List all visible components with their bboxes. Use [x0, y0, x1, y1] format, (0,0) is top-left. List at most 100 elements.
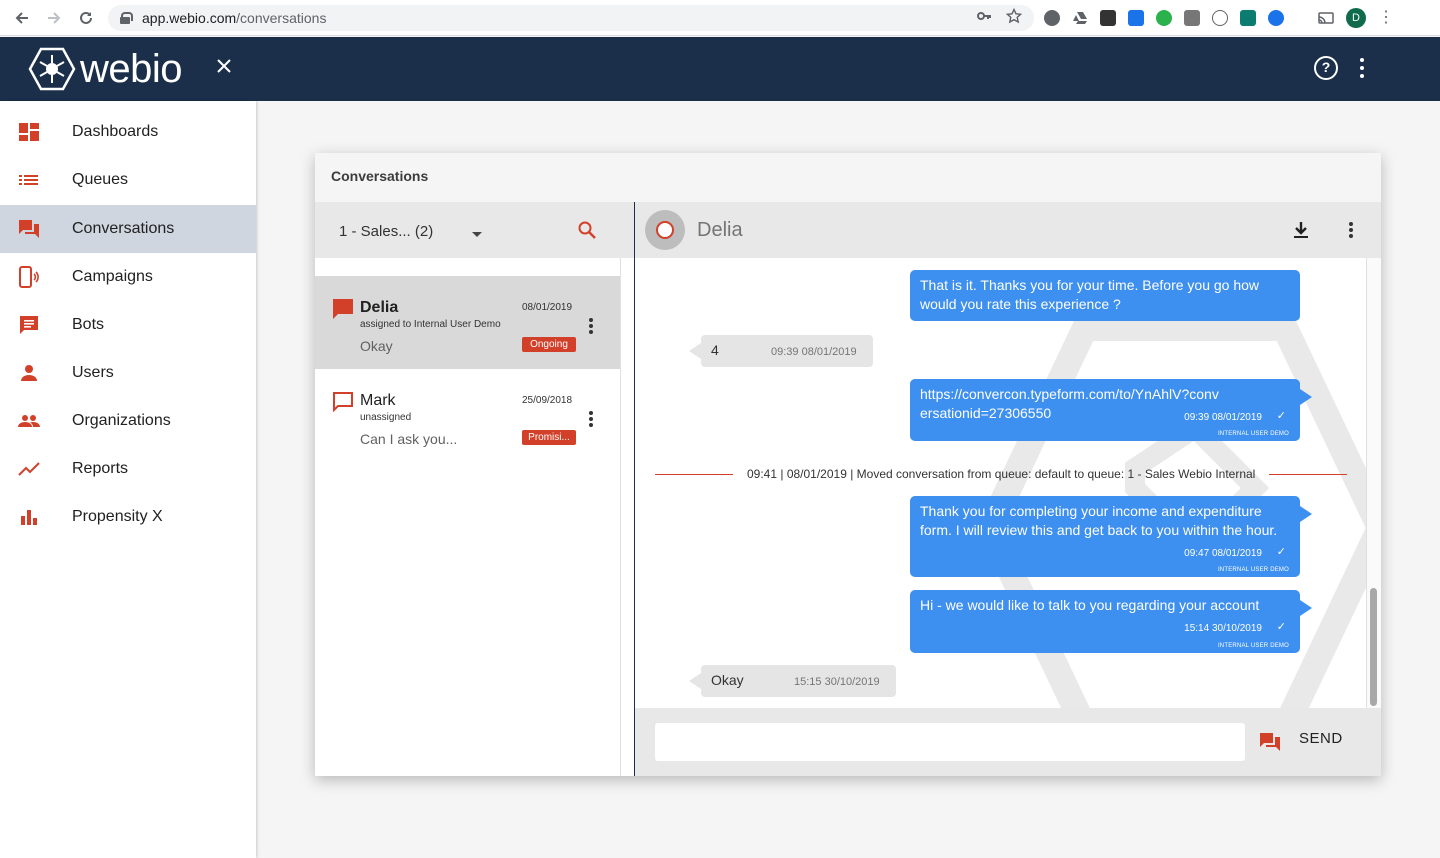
help-icon[interactable]: ? [1314, 56, 1338, 80]
sidebar-item-label: Reports [72, 460, 129, 477]
message-input[interactable] [655, 723, 1245, 761]
sidebar-item-propensity-x[interactable]: Propensity X [0, 493, 256, 541]
reload-icon[interactable] [70, 0, 102, 36]
scrollbar-thumb[interactable] [1370, 588, 1377, 706]
contact-avatar [645, 210, 685, 250]
sidebar-item-label: Organizations [72, 412, 171, 429]
sidebar: Dashboards Queues Conversations Campaign… [0, 101, 256, 858]
message-text-icon [18, 314, 40, 336]
url-host: app.webio.com [142, 10, 237, 26]
status-badge: Ongoing [522, 337, 576, 352]
message-text: Okay [711, 672, 744, 688]
conversation-name: Mark [360, 392, 396, 409]
extension-icon[interactable] [1268, 10, 1284, 26]
search-icon[interactable] [577, 220, 597, 240]
conversation-menu-icon[interactable] [587, 317, 595, 335]
conversations-card: Conversations 1 - Sales... (2) Delia ass… [315, 153, 1381, 776]
message-outgoing: Thank you for completing your income and… [910, 496, 1312, 577]
conversation-date: 08/01/2019 [522, 302, 573, 313]
webio-logo[interactable]: webio [28, 45, 183, 93]
back-icon[interactable] [6, 0, 38, 36]
message-thread: That is it. Thanks you for your time. Be… [635, 258, 1366, 708]
message-outgoing: https://convercon.typeform.com/to/YnAhlV… [910, 379, 1312, 441]
extension-icon[interactable] [1156, 10, 1172, 26]
sidebar-item-queues[interactable]: Queues [0, 156, 256, 204]
conversation-list-toolbar: 1 - Sales... (2) [315, 202, 634, 258]
chat-header: Delia [635, 202, 1381, 258]
system-event: 09:41 | 08/01/2019 | Moved conversation … [655, 467, 1347, 481]
conversation-item-delia[interactable]: Delia assigned to Internal User Demo Oka… [315, 276, 620, 369]
chat-menu-icon[interactable] [1347, 220, 1355, 240]
chat-icon[interactable] [1259, 731, 1281, 753]
extension-icon[interactable] [1128, 10, 1144, 26]
extension-icon[interactable] [1100, 10, 1116, 26]
sidebar-item-dashboards[interactable]: Dashboards [0, 108, 256, 156]
conversation-menu-icon[interactable] [587, 410, 595, 428]
browser-menu-icon[interactable]: ⋮ [1378, 10, 1394, 26]
status-badge: Promisi... [522, 430, 576, 445]
sidebar-item-label: Bots [72, 316, 105, 333]
sidebar-item-label: Conversations [72, 220, 175, 237]
sidebar-item-organizations[interactable]: Organizations [0, 397, 256, 445]
list-icon [18, 169, 40, 191]
sidebar-item-bots[interactable]: Bots [0, 301, 256, 349]
conversation-assignment: assigned to Internal User Demo [360, 319, 501, 330]
chevron-down-icon[interactable] [472, 232, 482, 237]
message-text: That is it. Thanks you for your time. Be… [920, 277, 1260, 312]
check-icon: ✓ [1276, 621, 1286, 633]
drive-icon[interactable] [1072, 10, 1088, 26]
cast-icon[interactable] [1318, 10, 1334, 26]
address-bar[interactable]: app.webio.com/conversations [108, 5, 1034, 31]
system-event-text: 09:41 | 08/01/2019 | Moved conversation … [747, 467, 1256, 481]
app-header: webio ? [0, 37, 1440, 101]
conversation-date: 25/09/2018 [522, 395, 573, 406]
forward-icon[interactable] [38, 0, 70, 36]
sidebar-item-campaigns[interactable]: Campaigns [0, 253, 256, 301]
sidebar-item-conversations[interactable]: Conversations [0, 205, 256, 253]
header-menu-icon[interactable] [1352, 55, 1372, 81]
sidebar-item-label: Queues [72, 171, 129, 188]
lock-icon [120, 12, 133, 24]
people-icon [18, 410, 40, 432]
extension-icon[interactable] [1212, 10, 1228, 26]
message-text: Hi - we would like to talk to you regard… [920, 597, 1260, 613]
message-text: https://convercon.typeform.com/to/YnAhlV… [920, 386, 1219, 421]
dashboard-icon [18, 121, 40, 143]
conversation-item-mark[interactable]: Mark unassigned Can I ask you... 25/09/2… [315, 369, 620, 462]
message-text: Thank you for completing your income and… [920, 503, 1278, 538]
message-agent: INTERNAL USER DEMO [1217, 643, 1289, 649]
bar-chart-icon [18, 506, 40, 528]
sidebar-item-label: Dashboards [72, 123, 159, 140]
profile-avatar[interactable]: D [1346, 8, 1366, 28]
extension-icon[interactable] [1184, 10, 1200, 26]
logo-hexagon-icon [28, 47, 76, 91]
sidebar-item-reports[interactable]: Reports [0, 445, 256, 493]
key-icon[interactable] [976, 8, 992, 28]
sidebar-item-users[interactable]: Users [0, 349, 256, 397]
check-icon: ✓ [1276, 410, 1286, 422]
message-outgoing: Hi - we would like to talk to you regard… [910, 590, 1312, 653]
sidebar-item-label: Users [72, 364, 114, 381]
chat-bubble-icon [332, 298, 354, 320]
card-title: Conversations [331, 168, 429, 184]
sidebar-item-label: Propensity X [72, 508, 163, 525]
download-icon[interactable] [1291, 220, 1311, 240]
conversation-preview: Can I ask you... [360, 431, 458, 447]
extension-icon[interactable] [1044, 10, 1060, 26]
conversation-preview: Okay [360, 338, 393, 354]
trending-icon [18, 458, 40, 480]
message-agent: INTERNAL USER DEMO [1217, 567, 1289, 573]
phone-broadcast-icon [18, 266, 40, 288]
person-icon [18, 362, 40, 384]
message-thread-scrollbar[interactable] [1366, 258, 1381, 708]
extension-icon[interactable] [1240, 10, 1256, 26]
message-incoming: Okay 15:15 30/10/2019 [689, 665, 896, 697]
message-outgoing: That is it. Thanks you for your time. Be… [910, 270, 1300, 321]
logo-text: webio [80, 46, 183, 91]
chat-icon [18, 218, 40, 240]
conversation-list-scrollbar[interactable] [620, 258, 634, 776]
queue-select[interactable]: 1 - Sales... (2) [339, 223, 433, 240]
send-button[interactable]: SEND [1299, 730, 1343, 747]
star-icon[interactable] [1005, 7, 1023, 28]
close-icon[interactable] [212, 55, 236, 79]
